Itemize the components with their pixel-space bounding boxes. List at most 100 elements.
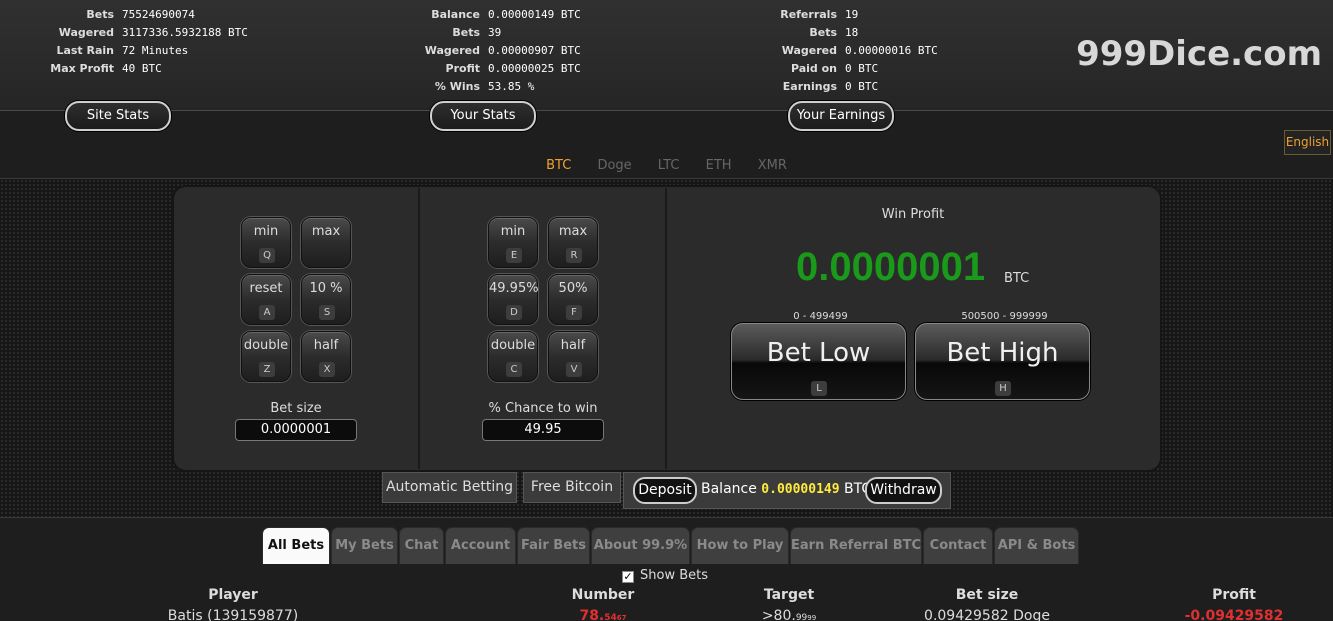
tab-account[interactable]: Account bbox=[445, 527, 516, 564]
tab-chat[interactable]: Chat bbox=[399, 527, 444, 564]
chance-50-button[interactable]: 50% F bbox=[548, 274, 598, 325]
button-label: Bet High bbox=[946, 338, 1059, 368]
stat-value: 53.85 % bbox=[488, 80, 535, 93]
button-label: max bbox=[558, 224, 588, 239]
chance-4995-button[interactable]: 49.95% D bbox=[488, 274, 539, 325]
stat-value: 3117336.5932188 BTC bbox=[122, 26, 248, 39]
tab-earn-referral[interactable]: Earn Referral BTC bbox=[790, 527, 922, 564]
your-earnings-button[interactable]: Your Earnings bbox=[788, 101, 894, 131]
automatic-betting-tab[interactable]: Automatic Betting bbox=[382, 472, 517, 503]
tab-contact[interactable]: Contact bbox=[923, 527, 993, 564]
chance-half-button[interactable]: half V bbox=[548, 331, 598, 382]
win-profit-unit: BTC bbox=[1004, 271, 1030, 286]
cell-bet-size: 0.09429582 Doge bbox=[924, 608, 1050, 621]
currency-tab-eth[interactable]: ETH bbox=[706, 158, 732, 173]
button-label: double bbox=[490, 338, 536, 353]
button-label: min bbox=[500, 224, 526, 239]
stat-label: % Wins bbox=[434, 80, 480, 93]
deposit-button[interactable]: Deposit bbox=[633, 477, 697, 504]
stat-value: 0.00000025 BTC bbox=[488, 62, 581, 75]
show-bets-toggle[interactable]: ✓ Show Bets bbox=[622, 568, 708, 583]
show-bets-checkbox[interactable]: ✓ bbox=[622, 571, 634, 583]
stat-label: Wagered bbox=[424, 44, 480, 57]
currency-tabs: BTC Doge LTC ETH XMR bbox=[0, 158, 1333, 173]
hotkey-badge: D bbox=[506, 305, 522, 320]
win-profit-value: 0.0000001 bbox=[796, 245, 986, 289]
bet-low-range: 0 - 499499 bbox=[793, 311, 848, 322]
site-stats-block: Bets 75524690074 Wagered 3117336.5932188 B… bbox=[30, 6, 248, 78]
chance-min-button[interactable]: min E bbox=[488, 217, 538, 268]
stat-label: Earnings bbox=[782, 80, 837, 93]
bet-reset-button[interactable]: reset A bbox=[241, 274, 291, 325]
stat-value: 0.00000149 BTC bbox=[488, 8, 581, 21]
stat-value: 0.00000016 BTC bbox=[845, 44, 938, 57]
bet-size-input[interactable]: 0.0000001 bbox=[235, 419, 357, 441]
stat-value: 39 bbox=[488, 26, 502, 39]
bet-high-button[interactable]: Bet High H bbox=[915, 323, 1090, 400]
your-stats-button[interactable]: Your Stats bbox=[430, 101, 536, 131]
stat-label: Bets bbox=[809, 26, 837, 39]
stat-value: 18 bbox=[845, 26, 859, 39]
language-selector[interactable]: English bbox=[1284, 130, 1331, 155]
number-main: 78. bbox=[579, 608, 605, 621]
site-stats-button[interactable]: Site Stats bbox=[65, 101, 171, 131]
tab-about[interactable]: About 99.9% bbox=[591, 527, 690, 564]
hotkey-badge: F bbox=[566, 305, 582, 320]
hotkey-badge: Z bbox=[259, 362, 275, 377]
button-label: 10 % bbox=[309, 281, 343, 296]
stat-label: Bets bbox=[86, 8, 114, 21]
hotkey-badge: V bbox=[566, 362, 582, 377]
currency-tab-xmr[interactable]: XMR bbox=[758, 158, 787, 173]
bet-ten-percent-button[interactable]: 10 % S bbox=[301, 274, 351, 325]
bet-half-button[interactable]: half X bbox=[301, 331, 351, 382]
hotkey-badge: C bbox=[506, 362, 522, 377]
bet-double-button[interactable]: double Z bbox=[241, 331, 291, 382]
currency-tab-doge[interactable]: Doge bbox=[597, 158, 631, 173]
balance-display: Balance 0.00000149 BTC bbox=[701, 481, 871, 497]
stat-value: 0 BTC bbox=[845, 62, 879, 75]
hotkey-badge: A bbox=[259, 305, 275, 320]
stat-label: Last Rain bbox=[56, 44, 114, 57]
stat-value: 0.00000907 BTC bbox=[488, 44, 581, 57]
stat-label: Paid on bbox=[790, 62, 837, 75]
stat-value: 0 BTC bbox=[845, 80, 879, 93]
stat-label: Bets bbox=[452, 26, 480, 39]
column-header-number: Number bbox=[571, 587, 635, 603]
stat-label: Max Profit bbox=[50, 62, 114, 75]
tab-my-bets[interactable]: My Bets bbox=[331, 527, 398, 564]
button-label: half bbox=[313, 338, 339, 353]
hotkey-badge: X bbox=[319, 362, 335, 377]
balance-label: Balance bbox=[701, 481, 757, 497]
stat-label: Wagered bbox=[58, 26, 114, 39]
withdraw-button[interactable]: Withdraw bbox=[865, 477, 942, 504]
hotkey-badge: E bbox=[506, 248, 522, 263]
currency-tab-ltc[interactable]: LTC bbox=[658, 158, 680, 173]
button-label: double bbox=[243, 338, 289, 353]
currency-tab-btc[interactable]: BTC bbox=[546, 158, 571, 173]
tab-api-bots[interactable]: API & Bots bbox=[994, 527, 1079, 564]
cell-player[interactable]: Batis (139159877) bbox=[133, 608, 333, 621]
panel-divider bbox=[665, 188, 667, 469]
stat-value: 19 bbox=[845, 8, 859, 21]
tab-how-to-play[interactable]: How to Play bbox=[691, 527, 789, 564]
column-header-player: Player bbox=[208, 587, 258, 603]
button-label: 49.95% bbox=[489, 281, 539, 296]
tab-all-bets[interactable]: All Bets bbox=[262, 527, 330, 564]
tab-fair-bets[interactable]: Fair Bets bbox=[517, 527, 590, 564]
target-tail: 99 bbox=[807, 614, 817, 621]
bet-max-button[interactable]: max bbox=[301, 217, 351, 268]
chance-input[interactable]: 49.95 bbox=[482, 419, 604, 441]
button-label: 50% bbox=[558, 281, 588, 296]
button-label: reset bbox=[249, 281, 283, 296]
button-label: max bbox=[311, 224, 341, 239]
button-label: min bbox=[253, 224, 279, 239]
target-small: 99 bbox=[795, 613, 808, 621]
chance-max-button[interactable]: max R bbox=[548, 217, 598, 268]
bet-low-button[interactable]: Bet Low L bbox=[731, 323, 906, 400]
site-logo[interactable]: 999Dice.com bbox=[1076, 34, 1322, 74]
chance-double-button[interactable]: double C bbox=[488, 331, 538, 382]
free-bitcoin-tab[interactable]: Free Bitcoin bbox=[523, 472, 621, 503]
bet-min-button[interactable]: min Q bbox=[241, 217, 291, 268]
show-bets-label: Show Bets bbox=[640, 568, 708, 583]
target-main: >80. bbox=[761, 608, 796, 621]
